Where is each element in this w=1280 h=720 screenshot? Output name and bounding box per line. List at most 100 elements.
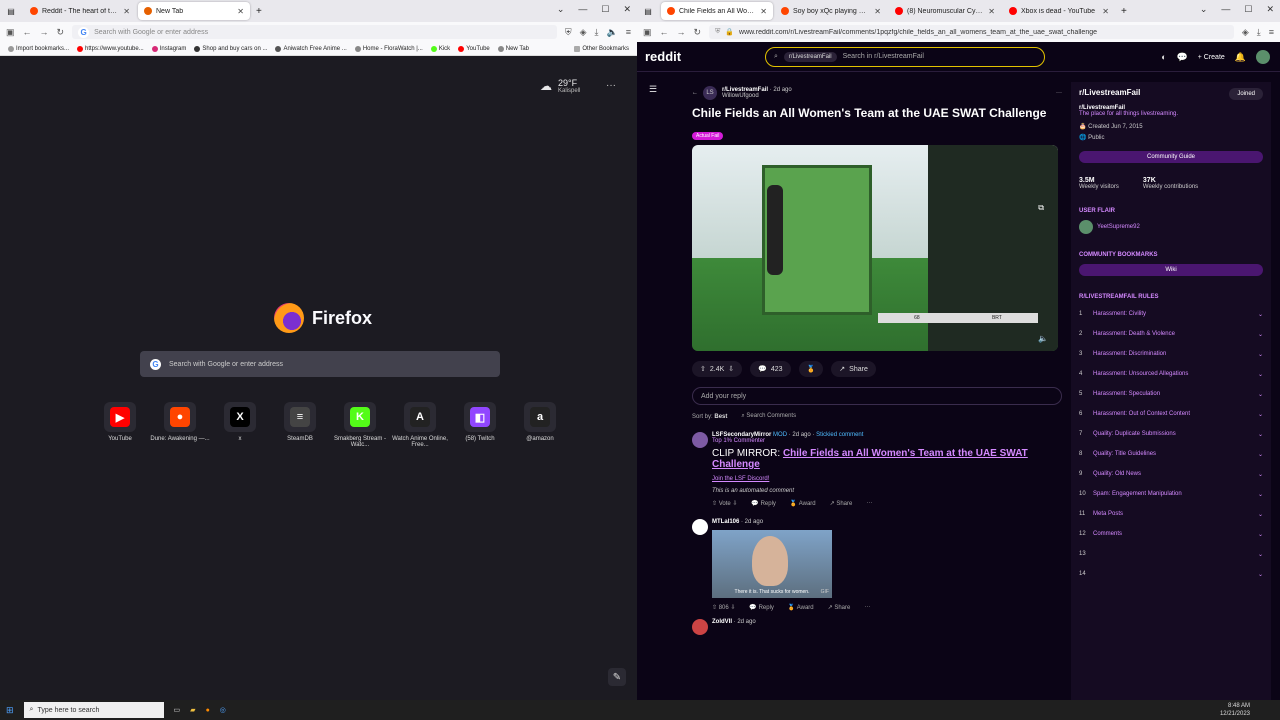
bookmark-item[interactable]: Instagram [151, 45, 186, 52]
rule-item[interactable]: 8 Quality: Title Guidelines ⌄ [1079, 444, 1263, 464]
tab-youtube-cyborg[interactable]: (8) Neuromuscular Cyborg Arm✕ [889, 2, 1001, 20]
reply-button[interactable]: 💬 Reply [749, 604, 773, 611]
share-button[interactable]: ↗ Share [831, 361, 876, 377]
chevron-down-icon[interactable]: ⌄ [1258, 551, 1263, 558]
top-site-tile[interactable]: ◧ (58) Twitch [450, 402, 510, 448]
close-icon[interactable]: ✕ [237, 7, 244, 16]
rule-item[interactable]: 14 ⌄ [1079, 564, 1263, 584]
award-button[interactable]: 🏅 [798, 361, 824, 377]
sidebar-icon[interactable]: ▣ [643, 27, 652, 38]
close-window-button[interactable]: ✕ [623, 4, 631, 15]
award-button[interactable]: 🏅 Award [788, 604, 814, 611]
chat-icon[interactable]: 💬 [1177, 52, 1188, 63]
tab-list-icon[interactable]: ▤ [0, 7, 22, 16]
bookmark-item[interactable]: YouTube [458, 45, 490, 52]
pencil-icon[interactable]: ✎ [608, 668, 626, 686]
sidebar-icon[interactable]: ▣ [6, 27, 15, 38]
comment-author[interactable]: ZoldVII [712, 619, 732, 625]
close-icon[interactable]: ✕ [874, 7, 881, 16]
subreddit-chip[interactable]: r/LivestreamFail [783, 51, 837, 62]
chrome-icon[interactable]: ◎ [220, 706, 226, 714]
firefox-icon[interactable]: ● [206, 707, 210, 714]
close-icon[interactable]: ✕ [760, 7, 767, 16]
top-site-tile[interactable]: a @amazon [510, 402, 570, 448]
reload-icon[interactable]: ↻ [57, 27, 65, 38]
tab-new-tab[interactable]: New Tab ✕ [138, 2, 250, 20]
chevron-down-icon[interactable]: ⌄ [1258, 351, 1263, 358]
downloads-icon[interactable]: ⤓ [595, 27, 599, 38]
new-tab-button[interactable]: + [256, 6, 262, 17]
ads-icon[interactable]: ◐ [1161, 52, 1166, 62]
bookmark-item[interactable]: https://www.youtube... [77, 45, 144, 52]
rule-item[interactable]: 1 Harassment: Civility ⌄ [1079, 304, 1263, 324]
avatar[interactable] [1256, 50, 1270, 64]
vote-button[interactable]: ⇧ 806 ⇩ [712, 604, 735, 611]
close-window-button[interactable]: ✕ [1266, 4, 1274, 15]
comment-gif[interactable]: There it is. That sucks for women. GIF [712, 530, 832, 598]
newtab-search-input[interactable]: G Search with Google or enter address [140, 351, 500, 377]
tab-reddit-post[interactable]: Chile Fields an All Women's T✕ [661, 2, 773, 20]
minimize-button[interactable]: — [578, 4, 587, 15]
maximize-button[interactable]: ☐ [1244, 4, 1252, 15]
chevron-down-icon[interactable]: ⌄ [1258, 491, 1263, 498]
user-flair[interactable]: YeetSupreme92 [1079, 220, 1263, 234]
top-site-tile[interactable]: ▶ YouTube [90, 402, 150, 448]
weather-widget[interactable]: ☁ 29°F Kalispell [540, 78, 580, 94]
rule-item[interactable]: 13 ⌄ [1079, 544, 1263, 564]
top-site-tile[interactable]: A Watch Anime Online, Free... [390, 402, 450, 448]
discord-link[interactable]: Join the LSF Discord! [712, 476, 1062, 482]
shield-icon[interactable]: ⛨ [565, 27, 572, 38]
comment-author[interactable]: MTLal106 [712, 519, 739, 525]
bookmark-item[interactable]: Aniwatch Free Anime ... [275, 45, 347, 52]
chevron-down-icon[interactable]: ⌄ [557, 4, 565, 15]
chevron-down-icon[interactable]: ⌄ [1200, 4, 1208, 15]
sort-dropdown[interactable]: Best [714, 414, 727, 420]
rule-item[interactable]: 3 Harassment: Discrimination ⌄ [1079, 344, 1263, 364]
chevron-down-icon[interactable]: ⌄ [1258, 571, 1263, 578]
url-bar[interactable]: G Search with Google or enter address [72, 25, 557, 39]
other-bookmarks[interactable]: Other Bookmarks [574, 45, 629, 52]
vote-control[interactable]: ⇧ 2.4K ⇩ [692, 361, 743, 377]
bookmark-item[interactable]: New Tab [497, 45, 529, 52]
pip-icon[interactable]: ⧉ [1038, 203, 1044, 213]
forward-icon[interactable]: → [677, 27, 686, 37]
tab-reddit[interactable]: Reddit - The heart of the intern ✕ [24, 2, 136, 20]
share-button[interactable]: ↗ Share [828, 604, 851, 611]
menu-icon[interactable]: ≡ [626, 27, 631, 37]
chevron-down-icon[interactable]: ⌄ [1258, 311, 1263, 318]
windows-start-icon[interactable]: ⊞ [6, 705, 14, 716]
joined-button[interactable]: Joined [1229, 88, 1263, 100]
post-video[interactable]: 68 BRT 🔈 ⧉ [692, 145, 1058, 351]
bookmark-item[interactable]: Home - FloraWatch |... [354, 45, 423, 52]
reply-input[interactable]: Add your reply [692, 387, 1062, 405]
maximize-button[interactable]: ☐ [601, 4, 609, 15]
award-button[interactable]: 🏅 Award [790, 500, 816, 507]
bookmark-item[interactable]: Kick [430, 45, 450, 52]
chevron-down-icon[interactable]: ⌄ [1258, 371, 1263, 378]
post-author[interactable]: WillowUfgood [722, 93, 792, 99]
more-options-icon[interactable]: ··· [864, 604, 870, 611]
rule-item[interactable]: 2 Harassment: Death & Violence ⌄ [1079, 324, 1263, 344]
more-options-icon[interactable]: ··· [606, 80, 616, 91]
file-explorer-icon[interactable]: ▰ [190, 706, 195, 714]
extension-icon[interactable]: ◈ [1242, 27, 1249, 38]
top-site-tile[interactable]: Xx [210, 402, 270, 448]
back-icon[interactable]: ← [23, 27, 32, 37]
more-options-icon[interactable]: ··· [1056, 90, 1062, 96]
search-input[interactable]: ⌕ r/LivestreamFail Search in r/LivestreamF… [765, 46, 1045, 67]
reload-icon[interactable]: ↻ [694, 27, 702, 38]
chevron-down-icon[interactable]: ⌄ [1258, 431, 1263, 438]
extension-icon[interactable]: ◈ [580, 27, 587, 38]
bookmark-item[interactable]: Import bookmarks... [8, 45, 69, 52]
rule-item[interactable]: 9 Quality: Old News ⌄ [1079, 464, 1263, 484]
mute-icon[interactable]: 🔈 [607, 27, 618, 38]
chevron-down-icon[interactable]: ⌄ [1258, 471, 1263, 478]
top-site-tile[interactable]: K Smakberg Stream - Watc... [330, 402, 390, 448]
forward-icon[interactable]: → [40, 27, 49, 37]
minimize-button[interactable]: — [1221, 4, 1230, 15]
bell-icon[interactable]: 🔔 [1235, 52, 1246, 63]
task-view-icon[interactable]: ▭ [174, 706, 181, 714]
close-icon[interactable]: ✕ [123, 7, 130, 16]
bookmark-item[interactable]: Shop and buy cars on ... [194, 45, 267, 52]
tab-reddit-soyboy[interactable]: Soy boy xQc playing Minecraft✕ [775, 2, 887, 20]
